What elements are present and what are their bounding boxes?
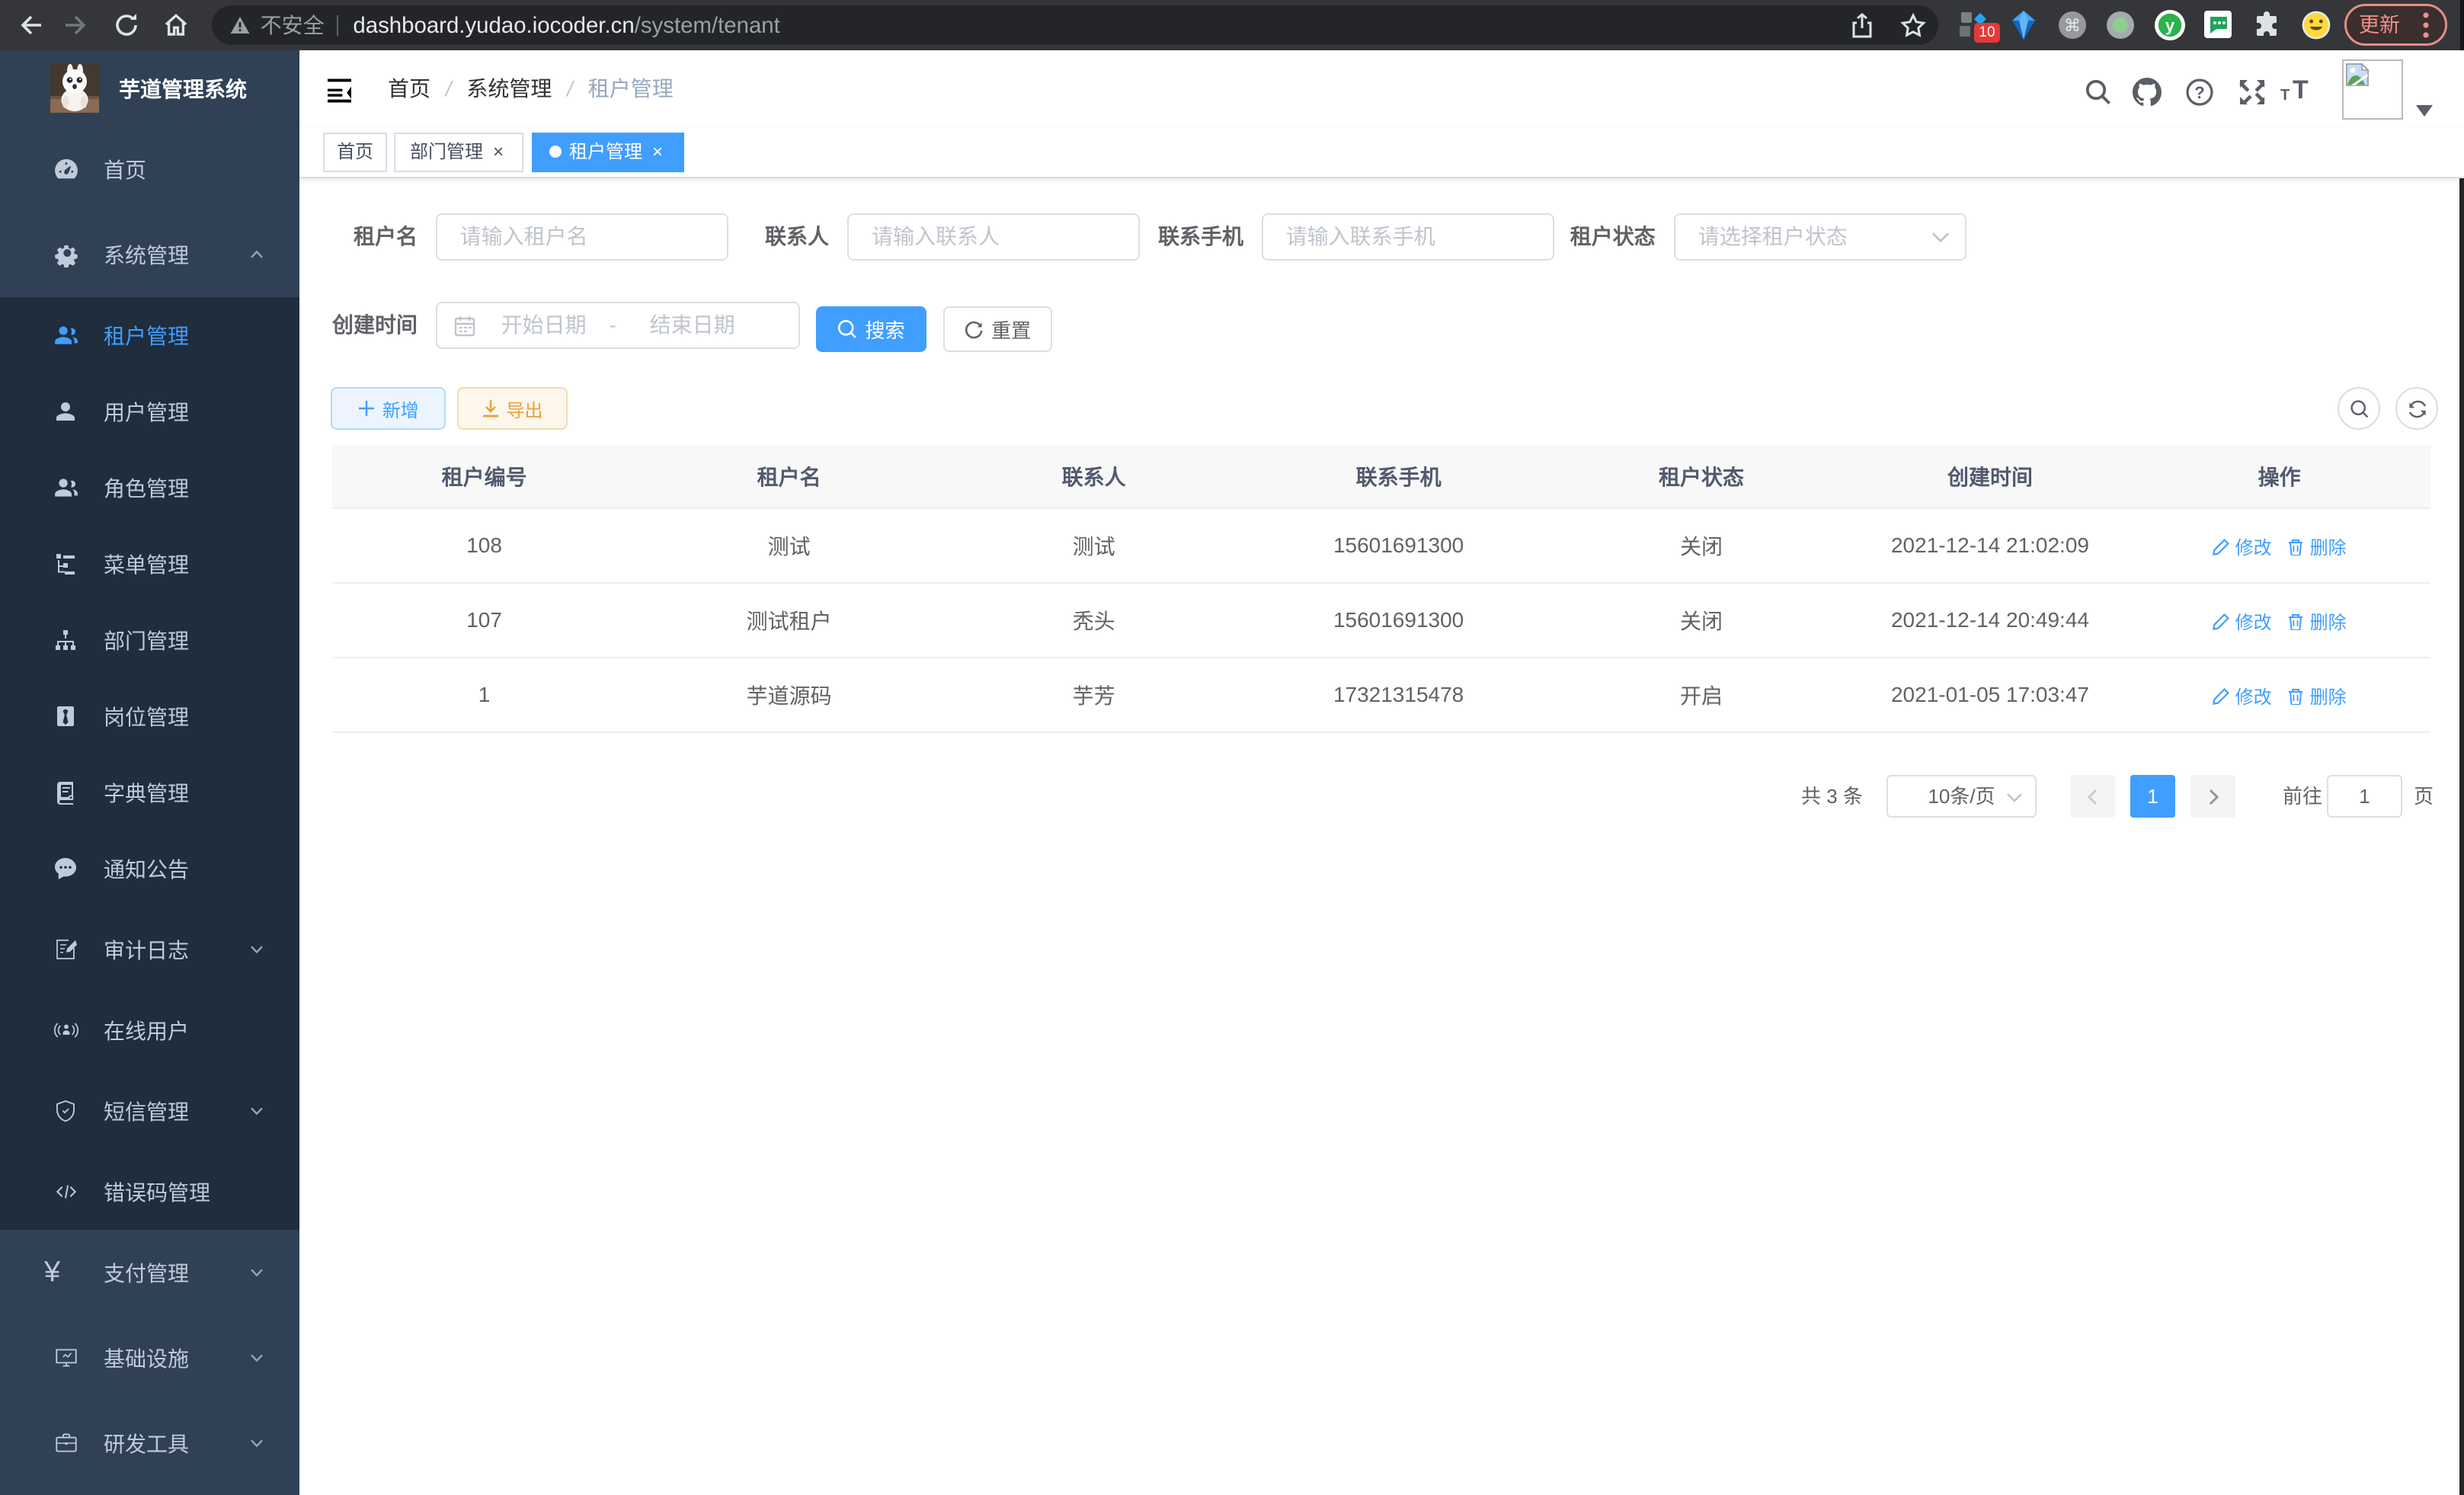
- svg-text:y: y: [2165, 16, 2175, 35]
- svg-text:?: ?: [2194, 83, 2204, 102]
- svg-text:⌘: ⌘: [2064, 16, 2081, 35]
